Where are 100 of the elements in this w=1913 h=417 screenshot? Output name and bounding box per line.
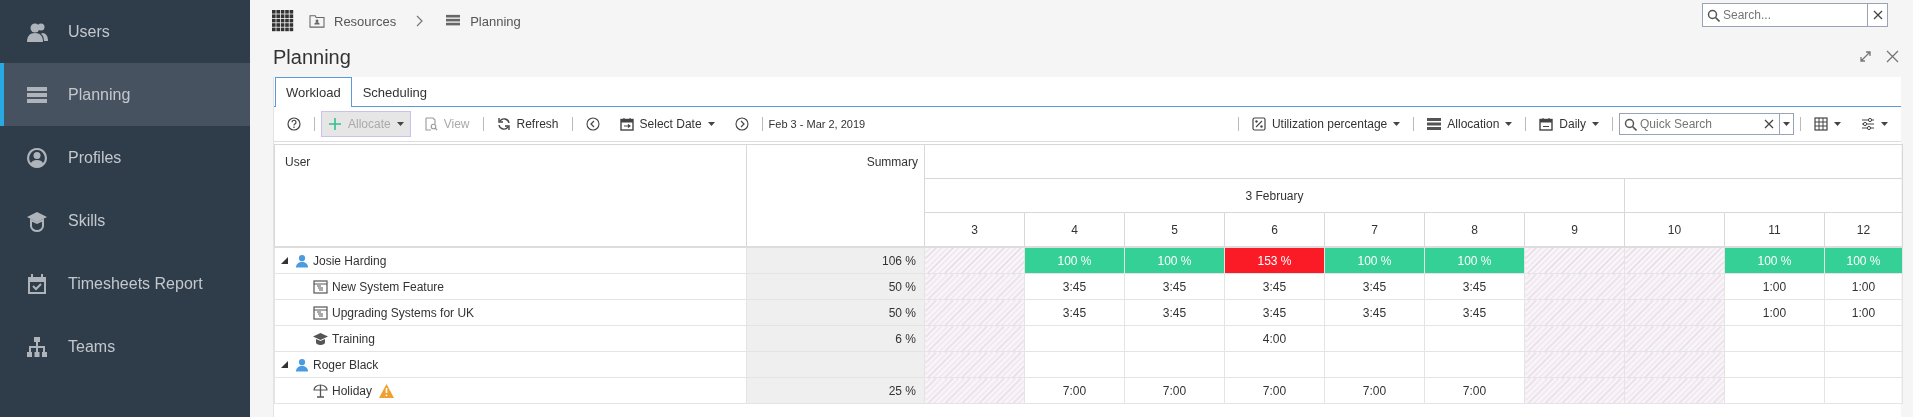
user-name: Josie Harding xyxy=(313,253,387,268)
person-icon xyxy=(295,253,309,268)
time-cell: 7:00 xyxy=(1024,377,1125,404)
time-cell: 4:00 xyxy=(1224,325,1325,352)
time-cell: 7:00 xyxy=(1224,377,1325,404)
calendar-icon xyxy=(1539,117,1554,131)
allocation-name: New System Feature xyxy=(332,279,445,294)
refresh-icon xyxy=(496,117,511,131)
caret-icon xyxy=(1834,122,1841,126)
refresh-button[interactable]: Refresh xyxy=(489,111,566,137)
chevron-right-icon xyxy=(734,117,749,131)
quick-search-field[interactable]: Quick Search xyxy=(1619,113,1794,135)
bars-icon xyxy=(1427,117,1442,131)
summary-cell: 25 % xyxy=(746,377,925,404)
text-input[interactable]: Quick Search xyxy=(1637,117,1759,131)
close-icon xyxy=(1886,50,1899,63)
time-cell: 1:00 xyxy=(1724,299,1825,326)
chevron-left-icon xyxy=(585,117,600,131)
time-cell: 7:00 xyxy=(1324,377,1425,404)
sidebar-item[interactable]: Skills xyxy=(0,189,250,252)
dropdown-button[interactable] xyxy=(1779,114,1793,134)
summary-cell: 6 % xyxy=(746,325,925,352)
page-title: Planning xyxy=(273,46,351,69)
column-header: User xyxy=(274,144,747,247)
document-search-icon xyxy=(423,117,438,131)
time-cell: 3:45 xyxy=(1024,273,1125,300)
tab[interactable]: Workload xyxy=(275,77,352,107)
umbrella-icon xyxy=(313,383,328,398)
select-date-button[interactable]: Select Date xyxy=(612,111,722,137)
collapse-triangle-icon[interactable] xyxy=(281,257,288,264)
caret-icon xyxy=(1592,122,1599,126)
time-cell: 1:00 xyxy=(1824,299,1903,326)
close-icon xyxy=(1872,10,1883,20)
sidebar-item[interactable]: Teams xyxy=(0,315,250,378)
plus-icon xyxy=(328,117,342,131)
collapse-triangle-icon[interactable] xyxy=(281,361,288,368)
summary-cell: 50 % xyxy=(746,273,925,300)
time-cell: 3:45 xyxy=(1224,299,1325,326)
apps-grid-icon xyxy=(272,10,294,32)
sliders-icon xyxy=(1861,117,1875,131)
caret-icon xyxy=(1881,122,1888,126)
sidebar-item[interactable]: Users xyxy=(0,0,250,63)
time-cell: 3:45 xyxy=(1024,299,1125,326)
time-cell: 3:45 xyxy=(1424,299,1525,326)
time-cell: 3:45 xyxy=(1324,299,1425,326)
allocation-name: Holiday xyxy=(332,383,373,398)
time-cell: 7:00 xyxy=(1124,377,1225,404)
person-icon xyxy=(295,357,309,372)
utilization-cell: 100 % xyxy=(1724,247,1825,274)
user-name: Roger Black xyxy=(313,357,379,372)
percent-icon xyxy=(1251,117,1266,131)
period-dropdown[interactable]: Daily xyxy=(1532,111,1606,137)
caret-icon xyxy=(1505,122,1513,126)
time-cell: 1:00 xyxy=(1824,273,1903,300)
utilization-cell: 100 % xyxy=(1124,247,1225,274)
time-cell: 7:00 xyxy=(1424,377,1525,404)
week-header: 3 February xyxy=(924,178,1625,213)
caret-icon xyxy=(1393,122,1401,126)
calendar-icon xyxy=(619,117,634,131)
utilization-cell: 100 % xyxy=(1024,247,1125,274)
hierarchy-icon xyxy=(26,335,48,358)
summary-cell: 106 % xyxy=(746,247,925,274)
text-input[interactable]: Search... xyxy=(1720,8,1867,22)
expand-icon xyxy=(1859,50,1872,63)
utilization-dropdown[interactable]: Utilization percentage xyxy=(1244,111,1408,137)
time-cell: 3:45 xyxy=(1124,299,1225,326)
time-cell: 3:45 xyxy=(1324,273,1425,300)
caret-icon xyxy=(1783,122,1790,126)
time-cell: 1:00 xyxy=(1724,273,1825,300)
summary-cell: 50 % xyxy=(746,299,925,326)
calendar-check-icon xyxy=(26,272,48,295)
search-icon xyxy=(1707,8,1720,22)
allocation-dropdown[interactable]: Allocation xyxy=(1420,111,1520,137)
utilization-cell: 153 % xyxy=(1224,247,1325,274)
search-icon xyxy=(1624,117,1637,131)
caret-icon xyxy=(396,122,404,126)
task-list-icon xyxy=(313,305,328,320)
chevron-right-icon xyxy=(416,15,425,27)
task-list-icon xyxy=(313,279,328,294)
utilization-cell: 100 % xyxy=(1824,247,1903,274)
search-field[interactable]: Search... xyxy=(1702,3,1888,27)
time-cell: 3:45 xyxy=(1124,273,1225,300)
utilization-cell: 100 % xyxy=(1324,247,1425,274)
folder-icon xyxy=(308,14,326,28)
sidebar-item[interactable]: Profiles xyxy=(0,126,250,189)
profile-icon xyxy=(26,146,48,169)
help-icon xyxy=(287,117,301,131)
breadcrumb-link[interactable]: Planning xyxy=(470,13,521,29)
breadcrumb-link[interactable]: Resources xyxy=(334,13,397,29)
time-cell: 3:45 xyxy=(1424,273,1525,300)
date-range: Feb 3 - Mar 2, 2019 xyxy=(768,118,866,130)
utilization-cell: 100 % xyxy=(1424,247,1525,274)
allocation-name: Training xyxy=(332,331,375,346)
close-icon xyxy=(1764,119,1774,129)
caret-icon xyxy=(707,122,715,126)
graduation-cap-icon xyxy=(313,331,328,346)
planning-icon xyxy=(444,14,463,28)
sidebar-item[interactable]: Planning xyxy=(0,63,250,126)
table-icon xyxy=(1814,117,1828,131)
sidebar-item[interactable]: Timesheets Report xyxy=(0,252,250,315)
